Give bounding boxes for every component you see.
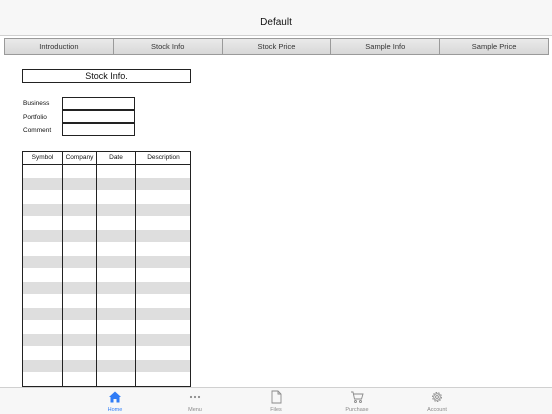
tabbar-item-home[interactable]: Home [85, 388, 145, 414]
file-icon [271, 390, 282, 404]
tabbar-item-purchase[interactable]: Purchase [327, 388, 387, 414]
table-row[interactable] [23, 204, 190, 216]
column-header-date[interactable]: Date [97, 152, 135, 164]
column-divider [96, 152, 97, 386]
column-divider [135, 152, 136, 386]
tab-introduction[interactable]: Introduction [4, 38, 113, 55]
table-row[interactable] [23, 178, 190, 190]
table-row[interactable] [23, 282, 190, 294]
table-row[interactable] [23, 308, 190, 320]
business-label: Business [23, 100, 50, 107]
cart-icon [351, 391, 364, 403]
tabbar-label-files: Files [270, 407, 282, 413]
comment-label: Comment [23, 127, 52, 134]
tabbar-label-purchase: Purchase [345, 407, 369, 413]
column-divider [62, 152, 63, 386]
column-header-symbol[interactable]: Symbol [23, 152, 62, 164]
tab-sample-price[interactable]: Sample Price [439, 38, 549, 55]
table-row[interactable] [23, 256, 190, 268]
tabbar-label-home: Home [107, 407, 123, 413]
gear-icon [432, 392, 442, 402]
table-row[interactable] [23, 360, 190, 372]
tabbar-label-menu: Menu [188, 407, 202, 413]
home-icon [109, 391, 121, 403]
page-title: Default [260, 17, 292, 28]
column-header-description[interactable]: Description [136, 152, 190, 164]
table-row[interactable] [23, 334, 190, 346]
bottom-tab-bar: Home Menu Files Purchase Account [0, 387, 552, 414]
more-icon [189, 395, 201, 399]
grid-header: Symbol Company Date Description [23, 152, 190, 165]
stock-grid[interactable]: Symbol Company Date Description [22, 151, 191, 387]
portfolio-label: Portfolio [23, 114, 47, 121]
tabbar-item-menu[interactable]: Menu [165, 388, 225, 414]
table-row[interactable] [23, 230, 190, 242]
portfolio-field[interactable] [62, 110, 135, 123]
tabbar-label-account: Account [427, 407, 447, 413]
segmented-tabs: Introduction Stock Info Stock Price Samp… [4, 38, 549, 55]
tab-sample-info[interactable]: Sample Info [330, 38, 440, 55]
tabbar-item-files[interactable]: Files [246, 388, 306, 414]
navigation-bar: Default [0, 0, 552, 36]
tab-stock-info[interactable]: Stock Info [112, 38, 222, 55]
tab-stock-price[interactable]: Stock Price [221, 38, 331, 55]
tabbar-item-account[interactable]: Account [407, 388, 467, 414]
comment-field[interactable] [62, 123, 135, 136]
section-title: Stock Info. [22, 69, 191, 83]
column-header-company[interactable]: Company [63, 152, 96, 164]
business-field[interactable] [62, 97, 135, 110]
